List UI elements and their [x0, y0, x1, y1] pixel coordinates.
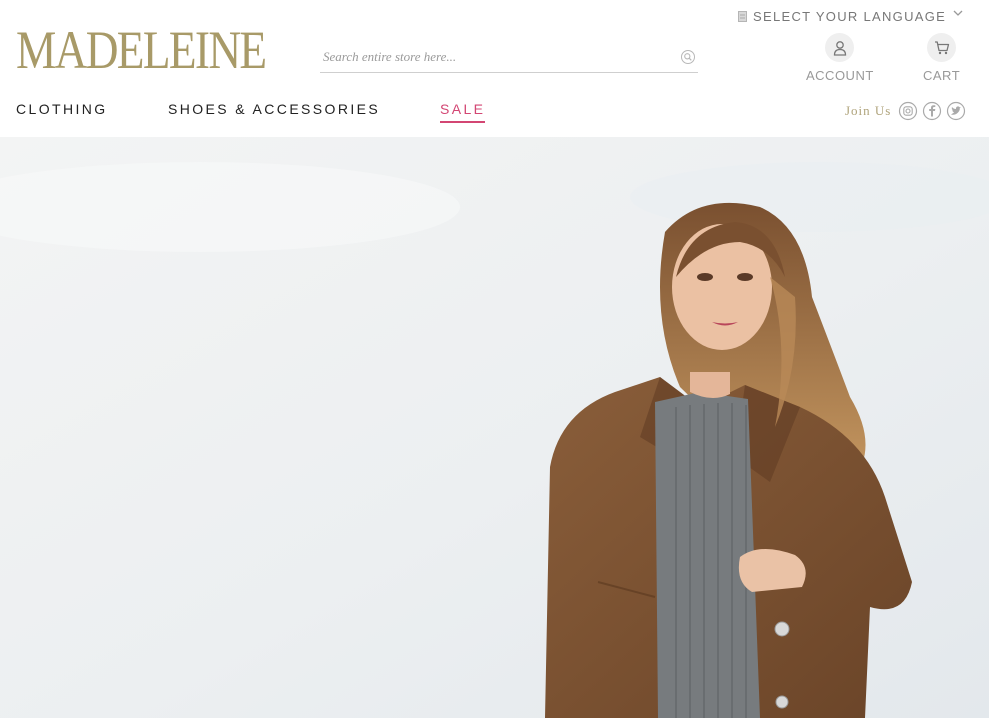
nav-clothing[interactable]: CLOTHING — [16, 101, 108, 117]
nav-sale[interactable]: SALE — [440, 101, 486, 123]
chevron-down-icon — [953, 10, 963, 16]
search-icon[interactable] — [680, 49, 696, 65]
account-label: ACCOUNT — [806, 68, 874, 83]
nav-shoes-accessories[interactable]: SHOES & ACCESSORIES — [168, 101, 380, 117]
search-bar — [320, 44, 698, 73]
cart-icon — [934, 40, 949, 54]
hero-image — [0, 137, 989, 718]
brand-logo[interactable]: MADELEINE — [16, 20, 267, 80]
twitter-icon[interactable] — [946, 101, 966, 121]
instagram-icon[interactable] — [898, 101, 918, 121]
cart-button[interactable]: CART — [923, 33, 960, 83]
account-button[interactable]: ACCOUNT — [806, 33, 874, 83]
cart-label: CART — [923, 68, 961, 83]
hero-banner[interactable] — [0, 137, 989, 718]
account-icon — [833, 40, 847, 56]
join-us-label: Join Us — [845, 103, 892, 118]
social-links: Join Us — [845, 101, 966, 121]
language-label: SELECT YOUR LANGUAGE — [753, 9, 947, 24]
site-header: MADELEINE SELECT YOUR LANGUAGE ACCOUNT — [0, 0, 989, 137]
account-icon-circle — [825, 33, 855, 62]
coat-button — [774, 621, 790, 637]
cart-icon-circle — [927, 33, 957, 62]
language-selector[interactable]: SELECT YOUR LANGUAGE — [738, 9, 963, 24]
globe-icon — [738, 11, 747, 22]
facebook-icon[interactable] — [922, 101, 942, 121]
search-input[interactable] — [320, 44, 663, 70]
